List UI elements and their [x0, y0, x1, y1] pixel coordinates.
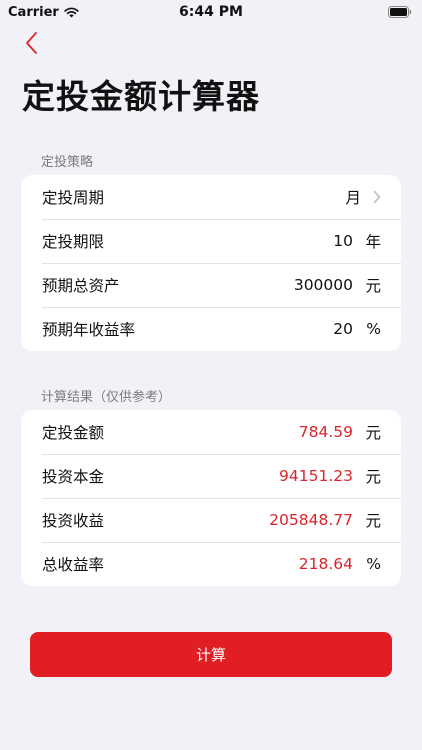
row-annual-return[interactable]: 预期年收益率 20 %	[21, 307, 401, 351]
chevron-right-icon	[373, 190, 381, 204]
row-label: 预期年收益率	[42, 321, 136, 339]
row-unit: 元	[365, 512, 381, 530]
period-value: 月	[345, 189, 361, 207]
row-label: 定投期限	[42, 233, 105, 251]
row-label: 投资收益	[42, 512, 105, 530]
total-return-rate-value: 218.64	[298, 555, 353, 573]
row-installment-amount: 定投金额 784.59 元	[21, 410, 401, 454]
row-investment-period[interactable]: 定投周期 月	[21, 175, 401, 219]
row-label: 投资本金	[42, 468, 105, 486]
row-principal: 投资本金 94151.23 元	[21, 454, 401, 498]
results-card: 定投金额 784.59 元 投资本金 94151.23 元 投资收益 20584…	[21, 410, 401, 586]
row-unit: 年	[365, 233, 381, 251]
row-unit: %	[366, 320, 381, 338]
row-investment-term[interactable]: 定投期限 10 年	[21, 219, 401, 263]
status-bar: Carrier 6:44 PM	[0, 0, 422, 24]
annual-return-input[interactable]: 20	[333, 320, 353, 338]
term-input[interactable]: 10	[333, 232, 353, 250]
row-target-assets[interactable]: 预期总资产 300000 元	[21, 263, 401, 307]
row-label: 定投周期	[42, 189, 105, 207]
row-unit: 元	[365, 468, 381, 486]
return-value: 205848.77	[269, 511, 353, 529]
strategy-card: 定投周期 月 定投期限 10 年 预期总资产 300000 元 预期年收益率 2…	[21, 175, 401, 351]
row-label: 预期总资产	[42, 277, 120, 295]
calculate-button[interactable]: 计算	[30, 632, 392, 677]
row-unit: %	[366, 555, 381, 573]
page-title: 定投金额计算器	[22, 77, 260, 116]
chevron-left-icon	[26, 32, 37, 54]
clock: 6:44 PM	[179, 4, 243, 20]
principal-value: 94151.23	[279, 467, 353, 485]
back-button[interactable]	[20, 30, 44, 56]
row-total-return-rate: 总收益率 218.64 %	[21, 542, 401, 586]
target-assets-input[interactable]: 300000	[294, 276, 353, 294]
row-label: 定投金额	[42, 424, 105, 442]
installment-amount-value: 784.59	[298, 423, 353, 441]
row-unit: 元	[365, 424, 381, 442]
battery-icon	[388, 6, 412, 22]
results-section-label: 计算结果（仅供参考）	[41, 390, 172, 405]
row-label: 总收益率	[42, 556, 105, 574]
strategy-section-label: 定投策略	[41, 155, 94, 170]
row-return: 投资收益 205848.77 元	[21, 498, 401, 542]
row-unit: 元	[365, 277, 381, 295]
